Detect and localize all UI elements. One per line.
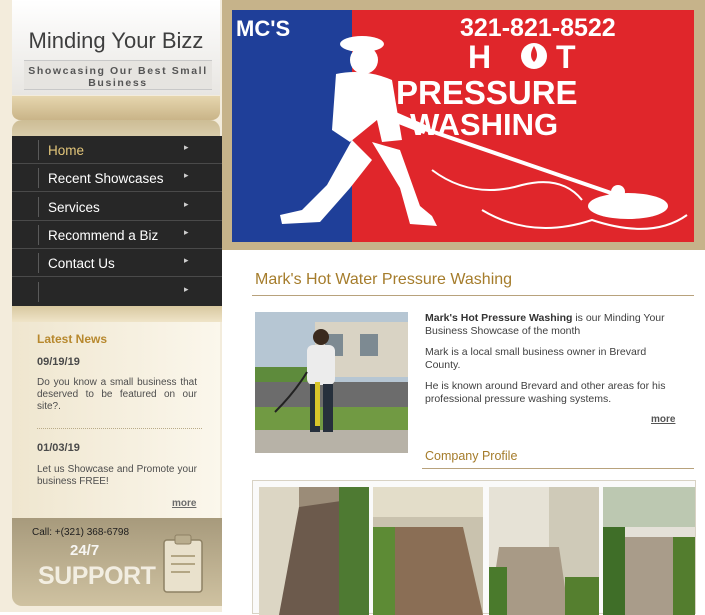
support-hours: 24/7 [70, 542, 100, 559]
owner-photo [255, 312, 408, 453]
nav-item-home[interactable]: Home ▸ [12, 136, 222, 164]
owner-paragraph: Mark is a local small business owner in … [425, 346, 647, 371]
company-profile-heading: Company Profile [425, 449, 518, 463]
news-date: 09/19/19 [37, 356, 80, 368]
nav-label: Services [48, 200, 100, 215]
nav-bottom-band [12, 306, 222, 322]
site-tagline: Showcasing Our Best Small Business [28, 65, 208, 89]
news-text: Let us Showcase and Promote your busines… [37, 464, 197, 487]
phone-number: Call: +(321) 368-6798 [32, 527, 130, 538]
showcase-intro: Mark's Hot Pressure Washing is our Mindi… [425, 312, 680, 414]
surface-cleaner [588, 193, 668, 219]
chevron-right-icon: ▸ [184, 142, 189, 152]
banner-brand: MC'S [236, 16, 290, 41]
read-more-link[interactable]: more [651, 414, 675, 425]
decorative-band [12, 96, 220, 120]
nav-item-contact-us[interactable]: Contact Us ▸ [12, 249, 222, 277]
latest-news-panel: Latest News 09/19/19 Do you know a small… [12, 322, 220, 518]
banner-hot-t: T [556, 39, 576, 75]
nav-item-blank[interactable]: ▸ [12, 278, 222, 305]
support-label: SUPPORT [38, 562, 156, 590]
news-more-link[interactable]: more [172, 498, 196, 509]
chevron-right-icon: ▸ [184, 227, 189, 237]
tagline-box: Showcasing Our Best Small Business [24, 60, 212, 90]
banner-washing: WASHING [410, 107, 558, 142]
showcase-heading: Mark's Hot Water Pressure Washing [255, 271, 513, 288]
chevron-right-icon: ▸ [184, 199, 189, 209]
reputation-paragraph: He is known around Brevard and other are… [425, 380, 666, 405]
main-nav: Home ▸ Recent Showcases ▸ Services ▸ Rec… [12, 136, 222, 306]
intro-paragraph: Mark's Hot Pressure Washing is our Mindi… [425, 312, 680, 337]
site-brand: Minding Your Bizz Showcasing Our Best Sm… [12, 0, 220, 95]
gallery-photo[interactable] [373, 487, 483, 615]
news-text: Do you know a small business that deserv… [37, 377, 197, 412]
news-title: Latest News [37, 332, 108, 346]
business-name: Mark's Hot Pressure Washing [425, 312, 573, 324]
site-title[interactable]: Minding Your Bizz [12, 28, 220, 54]
banner-phone: 321-821-8522 [460, 14, 616, 42]
gallery-photo[interactable] [259, 487, 369, 615]
nav-label: Contact Us [48, 256, 115, 271]
photo-gallery [252, 480, 696, 615]
nav-item-recent-showcases[interactable]: Recent Showcases ▸ [12, 164, 222, 192]
gallery-photo[interactable] [489, 487, 599, 615]
news-divider [37, 428, 202, 429]
banner-pressure: PRESSURE [396, 74, 578, 111]
left-column: Minding Your Bizz Showcasing Our Best Sm… [0, 0, 222, 612]
nav-label: Home [48, 143, 85, 158]
nav-item-recommend-a-biz[interactable]: Recommend a Biz ▸ [12, 221, 222, 249]
gallery-photo[interactable] [603, 487, 695, 615]
clipboard-icon [163, 534, 203, 593]
nav-item-services[interactable]: Services ▸ [12, 193, 222, 221]
divider [252, 295, 694, 296]
divider [422, 468, 694, 469]
news-date: 01/03/19 [37, 442, 80, 454]
main-content: Mark's Hot Water Pressure Washing Mark's… [234, 250, 705, 615]
support-panel[interactable]: Call: +(321) 368-6798 24/7 SUPPORT [12, 518, 222, 606]
nav-cap [12, 120, 220, 136]
banner-hot-h: H [468, 39, 491, 75]
chevron-right-icon: ▸ [184, 255, 189, 265]
chevron-right-icon: ▸ [184, 284, 189, 294]
nav-label: Recommend a Biz [48, 228, 159, 243]
chevron-right-icon: ▸ [184, 170, 189, 180]
hot-pressure-washing-banner[interactable]: MC'S 321-821-8522 H T PRESSURE WASHING [232, 10, 694, 242]
nav-label: Recent Showcases [48, 171, 164, 186]
